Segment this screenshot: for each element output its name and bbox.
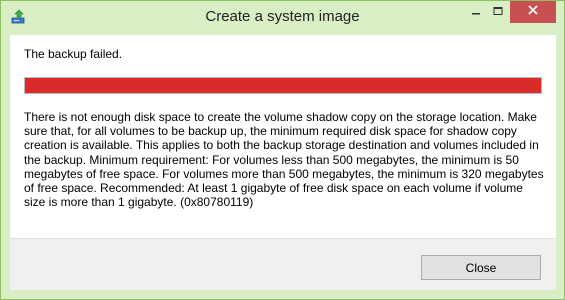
dialog-window: Create a system image The backup failed.…	[0, 0, 565, 300]
minimize-icon	[471, 3, 481, 21]
close-window-button[interactable]	[510, 1, 556, 23]
error-message: There is not enough disk space to create…	[24, 110, 544, 210]
status-heading: The backup failed.	[24, 47, 123, 61]
maximize-icon	[493, 3, 503, 21]
dialog-footer: Close	[10, 238, 556, 290]
title-bar[interactable]: Create a system image	[1, 1, 564, 34]
close-button[interactable]: Close	[421, 255, 541, 280]
progress-bar-fill	[25, 78, 541, 93]
dialog-content: The backup failed. There is not enough d…	[10, 35, 556, 238]
close-icon	[527, 3, 539, 21]
progress-bar	[24, 77, 542, 94]
maximize-button[interactable]	[485, 1, 511, 23]
